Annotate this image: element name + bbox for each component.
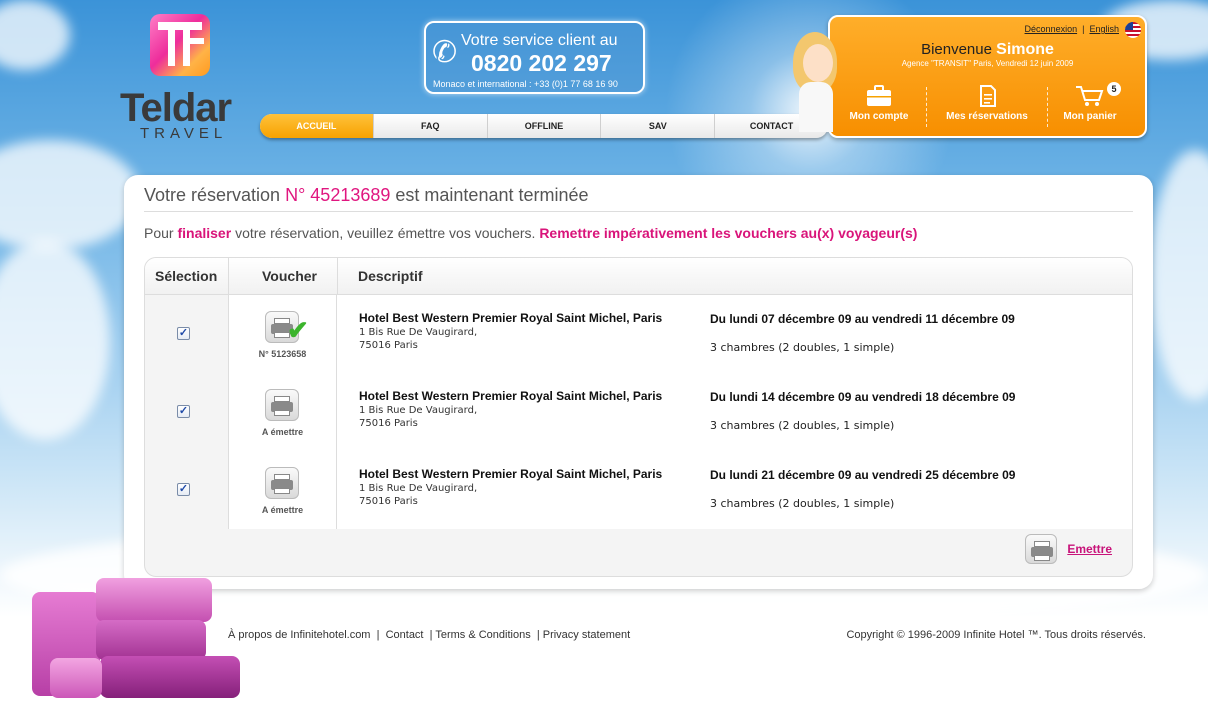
nav-faq[interactable]: FAQ (374, 114, 488, 138)
customer-service-box: ✆ Votre service client au 0820 202 297 M… (424, 21, 645, 94)
voucher-table: Sélection Voucher Descriptif ✓ ✔ N° 5123… (144, 257, 1133, 577)
user-panel: Déconnexion | English Bienvenue Simone A… (828, 15, 1147, 138)
stay-dates: Du lundi 07 décembre 09 au vendredi 11 d… (710, 312, 1015, 326)
cart-icon (1076, 86, 1104, 106)
table-row: ✓ A émettre Hotel Best Western Premier R… (145, 451, 1132, 529)
nav-offline[interactable]: OFFLINE (488, 114, 602, 138)
reservation-panel: Votre réservation N° 45213689 est mainte… (124, 175, 1153, 589)
stay-dates: Du lundi 14 décembre 09 au vendredi 18 d… (710, 390, 1016, 404)
table-row: ✓ ✔ N° 5123658 Hotel Best Western Premie… (145, 295, 1132, 373)
voucher-label: A émettre (261, 427, 304, 437)
nav-sav[interactable]: SAV (601, 114, 716, 138)
phone-caption: Votre service client au (461, 32, 618, 49)
printer-icon[interactable] (265, 467, 299, 499)
row-checkbox[interactable]: ✓ (177, 483, 190, 496)
phone-intl: Monaco et international : +33 (0)1 77 68… (433, 79, 618, 89)
voucher-warning: Remettre impérativement les vouchers au(… (539, 225, 918, 241)
my-cart-button[interactable]: Mon panier (1045, 85, 1135, 122)
us-flag-icon[interactable] (1125, 22, 1141, 38)
footer-about-link[interactable]: À propos de Infinitehotel.com (228, 629, 370, 641)
logo-mark-icon (150, 14, 210, 76)
table-row: ✓ A émettre Hotel Best Western Premier R… (145, 373, 1132, 451)
emit-label: Emettre (1067, 542, 1112, 556)
language-link[interactable]: English (1089, 24, 1119, 34)
col-selection: Sélection (155, 268, 218, 284)
footer-links: À propos de Infinitehotel.com | Contact … (228, 629, 631, 641)
cart-count-badge: 5 (1107, 82, 1121, 96)
hotel-address: 1 Bis Rue De Vaugirard, 75016 Paris (359, 483, 478, 507)
room-details: 3 chambres (2 doubles, 1 simple) (710, 341, 895, 354)
hotel-name: Hotel Best Western Premier Royal Saint M… (359, 467, 663, 481)
agency-info: Agence "TRANSIT" Paris, Vendredi 12 juin… (901, 59, 1074, 68)
row-checkbox[interactable]: ✓ (177, 405, 190, 418)
hotel-address: 1 Bis Rue De Vaugirard, 75016 Paris (359, 327, 478, 351)
intro-text: Pour finaliser votre réservation, veuill… (144, 225, 918, 241)
reservation-number: N° 45213689 (285, 185, 391, 205)
logout-link[interactable]: Déconnexion (1025, 24, 1078, 34)
brand-sub: TRAVEL (140, 125, 228, 142)
footer-privacy-link[interactable]: Privacy statement (543, 629, 630, 641)
hotel-address: 1 Bis Rue De Vaugirard, 75016 Paris (359, 405, 478, 429)
main-nav: ACCUEIL FAQ OFFLINE SAV CONTACT (260, 114, 828, 138)
room-details: 3 chambres (2 doubles, 1 simple) (710, 419, 895, 432)
voucher-label: N° 5123658 (258, 349, 307, 359)
hostess-image (793, 32, 837, 132)
printer-icon (1024, 534, 1057, 564)
user-links: Déconnexion | English (1024, 24, 1119, 34)
stay-dates: Du lundi 21 décembre 09 au vendredi 25 d… (710, 468, 1016, 482)
welcome-text: Bienvenue Simone (921, 41, 1054, 58)
phone-icon: ✆ (432, 36, 458, 69)
briefcase-icon (867, 85, 891, 106)
copyright: Copyright © 1996-2009 Infinite Hotel ™. … (846, 629, 1146, 641)
col-description: Descriptif (358, 268, 423, 284)
hotel-name: Hotel Best Western Premier Royal Saint M… (359, 389, 663, 403)
col-voucher: Voucher (262, 268, 317, 284)
footer-terms-link[interactable]: Terms & Conditions (435, 629, 530, 641)
phone-number: 0820 202 297 (471, 50, 612, 76)
my-account-button[interactable]: Mon compte (834, 85, 924, 122)
table-header: Sélection Voucher Descriptif (145, 258, 1132, 295)
document-icon (980, 85, 996, 107)
room-details: 3 chambres (2 doubles, 1 simple) (710, 497, 895, 510)
my-reservations-button[interactable]: Mes réservations (942, 85, 1032, 122)
brand-logo[interactable]: Teldar TRAVEL (118, 14, 243, 142)
page-title: Votre réservation N° 45213689 est mainte… (144, 185, 589, 205)
nav-accueil[interactable]: ACCUEIL (260, 114, 374, 138)
cloud (0, 140, 140, 250)
footer-contact-link[interactable]: Contact (386, 629, 424, 641)
voucher-label: A émettre (261, 505, 304, 515)
cloud (0, 240, 110, 440)
emit-button[interactable]: Emettre (1024, 534, 1112, 564)
check-icon: ✔ (287, 315, 309, 345)
cloud (0, 0, 70, 70)
row-checkbox[interactable]: ✓ (177, 327, 190, 340)
printer-icon[interactable] (265, 389, 299, 421)
hotel-name: Hotel Best Western Premier Royal Saint M… (359, 311, 663, 325)
user-name: Simone (996, 41, 1054, 58)
cloud (1150, 150, 1208, 400)
